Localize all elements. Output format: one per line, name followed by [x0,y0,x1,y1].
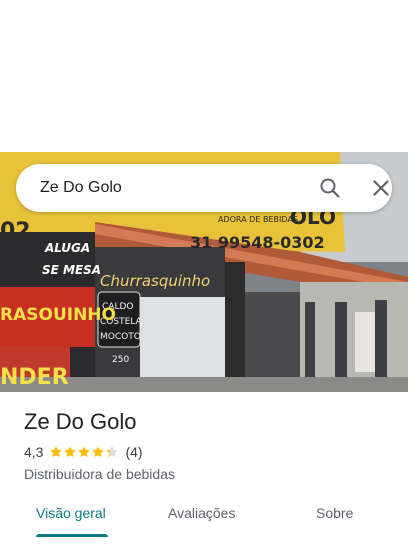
close-icon[interactable] [369,176,393,200]
star-icon [50,446,63,458]
sign-menu-3: MOCOTO [100,332,141,342]
sign-left: RASOUINHO [0,305,116,325]
place-category: Distribuidora de bebidas [24,466,175,482]
place-name: Ze Do Golo [24,409,137,434]
search-bar[interactable]: Ze Do Golo [16,164,392,212]
tab-overview[interactable]: Visão geral [36,504,106,522]
star-icon [64,446,77,458]
rating-value: 4,3 [24,444,44,460]
sign-brand: Churrasquinho [100,272,210,290]
sign-semesa: SE MESA [42,263,101,277]
map-blank-area [0,0,408,152]
rating-row[interactable]: 4,3 (4) [24,443,143,461]
sign-top-number: 02 [0,219,31,244]
review-count[interactable]: (4) [125,444,142,460]
star-icon [92,446,105,458]
sign-phone: 31 99548-0302 [190,233,325,252]
sign-small: ADORA DE BEBIDAS [218,215,298,224]
search-icon[interactable] [318,176,342,200]
sign-price: 250 [112,355,129,365]
star-rating [49,445,119,459]
active-tab-indicator [36,534,108,537]
tab-bar: Visão geral Avaliações Sobre [0,496,408,544]
tab-reviews[interactable]: Avaliações [168,504,235,522]
star-icon [106,446,119,458]
search-query[interactable]: Ze Do Golo [40,178,122,198]
tab-about[interactable]: Sobre [316,504,353,522]
sign-aluga: ALUGA [44,241,90,255]
star-icon [78,446,91,458]
sign-left-2: NDER [0,365,69,390]
